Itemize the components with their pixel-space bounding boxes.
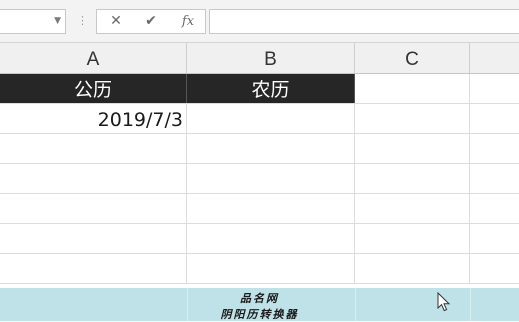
cancel-icon[interactable]: ✕ [101,10,131,33]
table-row [0,164,519,194]
table-row [0,194,519,224]
cell[interactable] [187,134,355,163]
cell[interactable] [0,164,187,193]
cell-c2[interactable] [355,104,470,133]
name-box[interactable]: ▼ [0,9,66,34]
table-row [0,224,519,254]
formula-bar: ▼ ⋮ ✕ ✔ fx [0,0,519,43]
checkmark-icon[interactable]: ✔ [136,10,166,33]
mouse-pointer-icon [437,292,451,312]
insert-function-icon[interactable]: fx [173,10,203,33]
cell[interactable] [355,224,470,253]
cell[interactable] [187,224,355,253]
cell[interactable] [355,164,470,193]
column-headers: A B C [0,43,519,74]
column-header-c[interactable]: C [355,43,470,73]
grip-icon[interactable]: ⋮ [77,13,88,29]
cell-d2[interactable] [470,104,519,133]
cell[interactable] [187,194,355,223]
cell-b2[interactable] [187,104,355,133]
cell[interactable] [355,134,470,163]
column-header-b[interactable]: B [187,43,355,73]
cell[interactable] [355,254,470,283]
formula-buttons: ✕ ✔ fx [96,9,206,34]
cell-c1[interactable] [355,74,470,103]
table-row [0,134,519,164]
table-row: 2019/7/3 [0,104,519,134]
cell[interactable] [0,134,187,163]
cell-b1[interactable]: 农历 [187,74,355,103]
cell-a1[interactable]: 公历 [0,74,187,103]
sheet-grid: 公历 农历 2019/7/3 [0,74,519,321]
table-row: 公历 农历 [0,74,519,104]
cell[interactable] [0,224,187,253]
table-row [0,254,519,284]
column-header-a[interactable]: A [0,43,187,73]
cell[interactable] [355,194,470,223]
cell-d1[interactable] [470,74,519,103]
cell[interactable] [0,254,187,283]
chevron-down-icon[interactable]: ▼ [54,16,61,26]
cell-a2[interactable]: 2019/7/3 [0,104,187,133]
cell[interactable] [0,194,187,223]
cell[interactable] [187,164,355,193]
column-header-d[interactable] [470,43,519,73]
cell[interactable] [187,254,355,283]
formula-input[interactable] [209,9,519,34]
